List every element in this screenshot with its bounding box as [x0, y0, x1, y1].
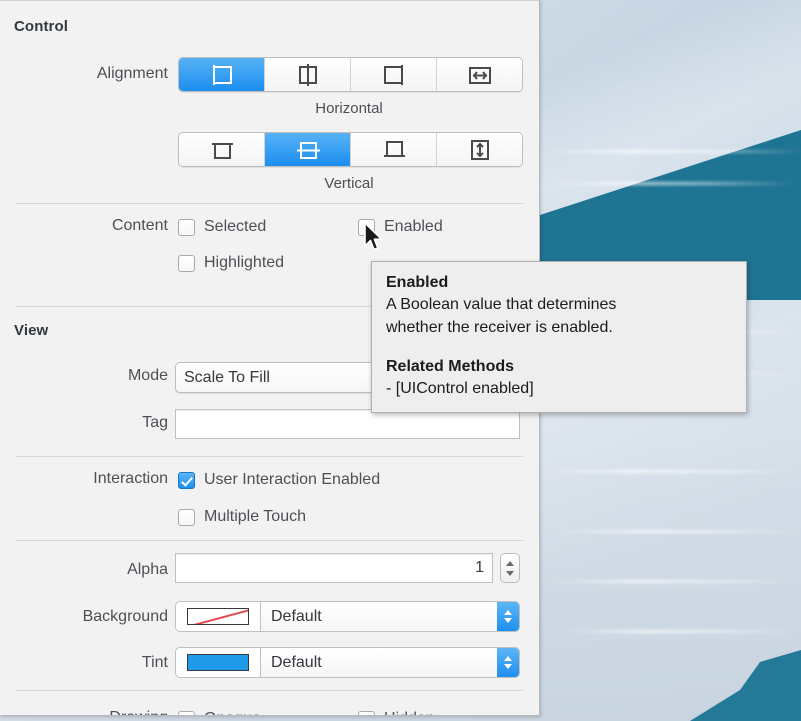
tint-color-well[interactable] [175, 647, 261, 678]
tint-label: Tint [141, 654, 168, 671]
chevron-up-icon [504, 656, 512, 661]
checkbox-user-interaction-enabled-label: User Interaction Enabled [204, 471, 381, 488]
align-center-vertical-icon [293, 139, 323, 161]
align-fill-horizontal-icon [465, 64, 495, 86]
seg-align-fill-horizontal[interactable] [437, 58, 522, 91]
wallpaper-snow-streak [540, 470, 801, 473]
tint-popup-value: Default [271, 653, 322, 671]
drawing-row-clipped: Drawing Opaque Hidden [0, 709, 539, 715]
checkbox-highlighted-box[interactable] [178, 254, 195, 272]
align-right-icon [379, 64, 409, 86]
chevron-updown-icon[interactable] [497, 648, 519, 677]
align-fill-vertical-icon [465, 139, 495, 161]
tint-color-combo[interactable]: Default [175, 647, 520, 678]
checkbox-hidden-clipped[interactable]: Hidden [358, 710, 435, 715]
seg-align-bottom[interactable] [351, 133, 437, 166]
tooltip-related-heading: Related Methods [386, 358, 515, 375]
tooltip-spacer [386, 339, 732, 356]
background-color-swatch [187, 608, 249, 625]
alpha-input[interactable]: 1 [175, 553, 493, 583]
background-popup-value: Default [271, 607, 322, 625]
align-left-icon [207, 64, 237, 86]
tint-popup-button[interactable]: Default [261, 647, 520, 678]
tag-input[interactable] [175, 409, 520, 439]
checkbox-multiple-touch-label: Multiple Touch [204, 508, 306, 525]
seg-align-center-horizontal[interactable] [265, 58, 351, 91]
checkbox-opaque-box[interactable] [178, 710, 195, 715]
alignment-vertical-segmented-control[interactable] [178, 132, 523, 167]
checkbox-opaque-clipped[interactable]: Opaque [178, 710, 261, 715]
checkbox-enabled[interactable]: Enabled [358, 218, 443, 236]
wallpaper-snow-streak [560, 630, 800, 633]
wallpaper-snow-streak [545, 580, 801, 583]
tooltip-title: Enabled [386, 274, 449, 291]
checkbox-user-interaction-enabled[interactable]: User Interaction Enabled [178, 471, 380, 489]
checkbox-selected[interactable]: Selected [178, 218, 266, 236]
checkbox-selected-box[interactable] [178, 218, 195, 236]
alpha-label: Alpha [127, 561, 168, 578]
divider-interaction-alpha [16, 540, 523, 541]
tooltip-related-method: - [UIControl enabled] [386, 380, 534, 397]
chevron-down-icon [504, 664, 512, 669]
stepper-down-arrow-icon[interactable] [506, 570, 514, 576]
tag-label: Tag [142, 414, 168, 431]
panel-top-hairline [0, 0, 539, 1]
alignment-vertical-caption: Vertical [324, 175, 374, 192]
tooltip-description-line1: A Boolean value that determines [386, 296, 617, 313]
checkbox-multiple-touch[interactable]: Multiple Touch [178, 508, 306, 526]
chevron-up-icon [504, 610, 512, 615]
alpha-stepper[interactable] [500, 553, 520, 583]
screen: Control Alignment Horizontal Vertical Co… [0, 0, 801, 721]
background-popup-button[interactable]: Default [261, 601, 520, 632]
wallpaper-snow-streak [535, 150, 801, 153]
checkbox-multiple-touch-box[interactable] [178, 508, 195, 526]
checkbox-enabled-label: Enabled [384, 218, 443, 235]
divider-view-interaction [16, 456, 523, 457]
section-header-view: View [14, 322, 49, 339]
align-center-horizontal-icon [293, 63, 323, 86]
seg-align-fill-vertical[interactable] [437, 133, 522, 166]
align-bottom-icon [379, 139, 409, 161]
checkbox-opaque-label: Opaque [204, 710, 261, 715]
interaction-label: Interaction [93, 470, 168, 487]
drawing-label-clipped: Drawing [42, 709, 168, 715]
background-color-well[interactable] [175, 601, 261, 632]
align-top-icon [207, 139, 237, 161]
section-header-control: Control [14, 18, 69, 35]
checkbox-highlighted[interactable]: Highlighted [178, 254, 284, 272]
alignment-label: Alignment [96, 65, 168, 82]
tint-color-swatch [187, 654, 249, 671]
stepper-up-arrow-icon[interactable] [506, 560, 514, 566]
checkbox-highlighted-label: Highlighted [204, 254, 285, 271]
seg-align-left[interactable] [179, 58, 265, 91]
seg-align-right[interactable] [351, 58, 437, 91]
alpha-input-value: 1 [475, 559, 484, 576]
divider-control-content [16, 203, 523, 204]
seg-align-top[interactable] [179, 133, 265, 166]
wallpaper-snow-streak [545, 182, 795, 185]
checkbox-user-interaction-enabled-box[interactable] [178, 471, 195, 489]
quick-help-tooltip: Enabled A Boolean value that determines … [371, 261, 747, 413]
tooltip-description-line2: whether the receiver is enabled. [386, 319, 613, 336]
divider-tint-drawing [16, 690, 523, 691]
background-label: Background [82, 608, 168, 625]
mode-popup-value: Scale To Fill [184, 368, 270, 386]
chevron-down-icon [504, 618, 512, 623]
checkbox-hidden-label: Hidden [384, 710, 435, 715]
checkbox-enabled-box[interactable] [358, 218, 375, 236]
seg-align-center-vertical[interactable] [265, 133, 351, 166]
checkbox-hidden-box[interactable] [358, 710, 375, 715]
mode-label: Mode [127, 367, 168, 384]
alignment-horizontal-caption: Horizontal [315, 100, 383, 117]
background-color-combo[interactable]: Default [175, 601, 520, 632]
checkbox-selected-label: Selected [204, 218, 267, 235]
alignment-horizontal-segmented-control[interactable] [178, 57, 523, 92]
chevron-updown-icon[interactable] [497, 602, 519, 631]
content-label: Content [111, 217, 168, 234]
wallpaper-snow-streak [552, 530, 801, 533]
